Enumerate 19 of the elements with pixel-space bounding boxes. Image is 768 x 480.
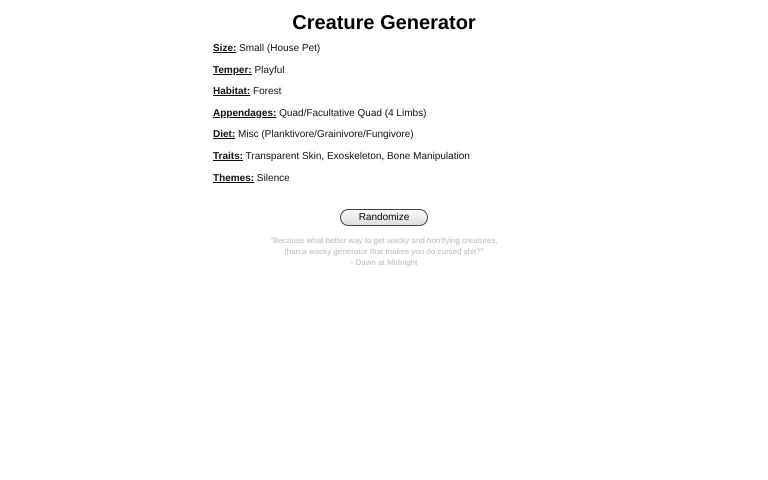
attribute-label: Temper: <box>213 64 252 76</box>
attribute-label: Traits: <box>213 150 244 162</box>
attribute-value: Small (House Pet) <box>239 43 320 54</box>
attribute-value: Forest <box>253 86 282 98</box>
attribute-label: Diet: <box>213 129 236 140</box>
attribute-value: Misc (Planktivore/Grainivore/Fungivore) <box>238 129 414 140</box>
quote-line: than a wacky generator that makes you do cursed shit?" <box>284 246 484 257</box>
attribute-value: Transparent Skin, Exoskeleton, Bone Manipulation <box>246 150 470 162</box>
randomize-button[interactable]: Randomize <box>340 208 428 226</box>
attribute-label: Themes: <box>213 172 254 184</box>
attribute-value: Quad/Facultative Quad (4 Limbs) <box>279 108 426 119</box>
attribute-label: Appendages: <box>213 108 276 119</box>
attribute-label: Habitat: <box>213 86 250 98</box>
attribute-value: Playful <box>254 64 285 76</box>
quote-line: "Because what better way to get wacky and horrifying creatures, <box>270 234 498 246</box>
attribute-value: Silence <box>256 172 290 184</box>
attribute-label: Size: <box>213 43 236 54</box>
page-title: Creature Generator <box>292 12 476 35</box>
quote-attribution: - Dawn at Midnight <box>350 256 418 268</box>
